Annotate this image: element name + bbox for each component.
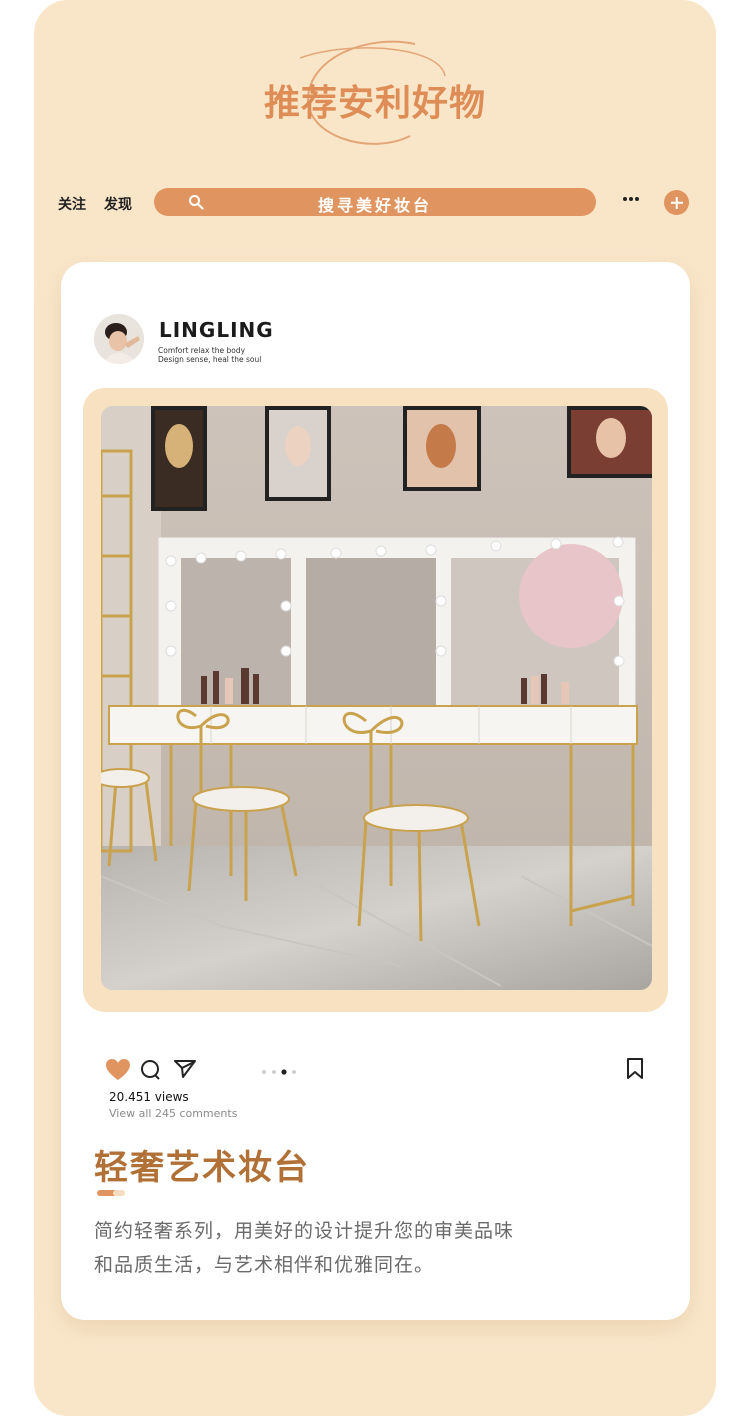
vanity-illustration xyxy=(101,406,652,990)
search-placeholder: 搜寻美好妆台 xyxy=(317,196,432,215)
user-tagline: Comfort relax the body Design sense, hea… xyxy=(158,346,261,364)
plus-icon[interactable] xyxy=(664,190,689,215)
bookmark-icon[interactable] xyxy=(626,1058,644,1080)
post-card: LINGLING Comfort relax the body Design s… xyxy=(61,262,690,1320)
heart-icon[interactable] xyxy=(105,1058,131,1082)
share-icon[interactable] xyxy=(174,1059,196,1079)
view-count: 20.451 views xyxy=(109,1090,189,1104)
product-description: 简约轻奢系列，用美好的设计提升您的审美品味 和品质生活，与艺术相伴和优雅同在。 xyxy=(94,1214,614,1282)
post-actions xyxy=(105,1058,650,1084)
description-line-2: 和品质生活，与艺术相伴和优雅同在。 xyxy=(94,1254,435,1276)
view-comments-link[interactable]: View all 245 comments xyxy=(109,1107,237,1120)
avatar[interactable] xyxy=(94,314,144,364)
page-title: 推荐安利好物 xyxy=(263,83,486,124)
search-bar[interactable]: 搜寻美好妆台 xyxy=(154,188,596,216)
tab-follow[interactable]: 关注 xyxy=(58,194,86,214)
product-photo[interactable] xyxy=(101,406,652,990)
more-icon[interactable] xyxy=(622,196,640,202)
tagline-line-1: Comfort relax the body xyxy=(158,346,246,355)
username[interactable]: LINGLING xyxy=(159,318,274,342)
comment-icon[interactable] xyxy=(139,1059,161,1081)
description-line-1: 简约轻奢系列，用美好的设计提升您的审美品味 xyxy=(94,1220,515,1242)
title-accent-bar xyxy=(97,1190,125,1196)
tagline-line-2: Design sense, heal the soul xyxy=(158,355,262,364)
photo-frame xyxy=(83,388,668,1012)
tab-discover[interactable]: 发现 xyxy=(104,194,132,214)
carousel-dots xyxy=(262,1069,296,1075)
avatar-image xyxy=(94,314,144,364)
top-nav-bar: 关注 发现 搜寻美好妆台 xyxy=(0,186,750,218)
product-title: 轻奢艺术妆台 xyxy=(94,1148,310,1188)
